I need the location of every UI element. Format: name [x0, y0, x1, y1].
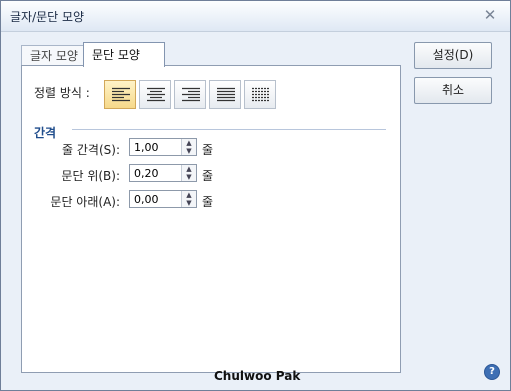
section-divider	[72, 129, 386, 130]
space-after-label: 문단 아래(A):	[50, 195, 120, 209]
dialog-title: 글자/문단 모양	[10, 10, 85, 24]
align-right-icon	[182, 87, 200, 102]
close-icon[interactable]: ✕	[482, 7, 498, 23]
align-center-button[interactable]	[139, 80, 171, 109]
help-icon[interactable]: ?	[484, 364, 500, 380]
line-spacing-unit: 줄	[202, 143, 214, 157]
space-before-label: 문단 위(B):	[61, 169, 120, 183]
cancel-button[interactable]: 취소	[414, 77, 492, 104]
title-bar: 글자/문단 모양 ✕	[1, 1, 510, 32]
line-spacing-stepper[interactable]: ▲ ▼	[129, 138, 197, 156]
align-left-icon	[112, 87, 130, 102]
space-after-stepper[interactable]: ▲ ▼	[129, 190, 197, 208]
align-distribute-button[interactable]	[244, 80, 276, 109]
decrement-icon[interactable]: ▼	[181, 173, 196, 181]
align-right-button[interactable]	[174, 80, 206, 109]
alignment-label: 정렬 방식 :	[34, 86, 90, 100]
decrement-icon[interactable]: ▼	[181, 147, 196, 155]
space-before-unit: 줄	[202, 169, 214, 183]
align-distribute-icon	[252, 87, 270, 102]
space-after-unit: 줄	[202, 195, 214, 209]
line-spacing-label: 줄 간격(S):	[62, 143, 120, 157]
tab-paragraph-shape[interactable]: 문단 모양	[83, 42, 165, 67]
signature-text: Chulwoo Pak	[214, 369, 301, 383]
tab-panel: 정렬 방식 : 간격 줄 간격(S): ▲ ▼ 줄 문단 위(B): ▲	[21, 65, 401, 373]
paragraph-dialog: 글자/문단 모양 ✕ 글자 모양 문단 모양 정렬 방식 : 간격 줄 간격(S…	[0, 0, 511, 391]
ok-button[interactable]: 설정(D)	[414, 42, 492, 69]
spacing-section-title: 간격	[34, 126, 57, 140]
align-justify-button[interactable]	[209, 80, 241, 109]
align-justify-icon	[217, 87, 235, 102]
align-center-icon	[147, 87, 165, 102]
align-left-button[interactable]	[104, 80, 136, 109]
decrement-icon[interactable]: ▼	[181, 199, 196, 207]
space-before-stepper[interactable]: ▲ ▼	[129, 164, 197, 182]
